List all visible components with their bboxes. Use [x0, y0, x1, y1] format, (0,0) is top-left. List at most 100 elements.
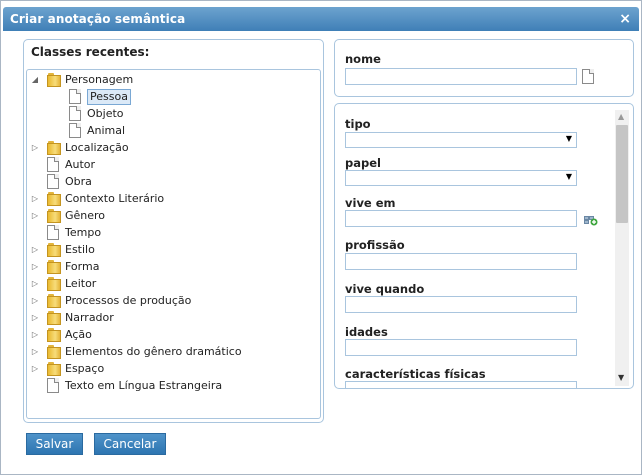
expand-arrow-icon[interactable]: ▷ [31, 344, 39, 360]
expand-arrow-icon[interactable]: ▷ [31, 259, 39, 275]
vertical-scrollbar[interactable]: ▲ ▼ [615, 110, 629, 386]
collapse-arrow-icon[interactable]: ◢ [31, 72, 39, 88]
document-icon [47, 157, 59, 171]
document-icon [69, 123, 81, 137]
folder-icon [47, 294, 61, 308]
folder-icon [47, 362, 61, 376]
papel-label: papel [345, 156, 381, 170]
folder-icon [47, 345, 61, 359]
nome-input[interactable] [345, 68, 577, 85]
document-icon [47, 174, 59, 188]
expand-arrow-icon[interactable]: ▷ [31, 310, 39, 326]
tree-item[interactable]: Pessoa [27, 89, 315, 105]
tree-item[interactable]: ▷ Espaço [27, 361, 315, 377]
tipo-label: tipo [345, 117, 371, 131]
tree-item-label: Animal [87, 124, 126, 137]
scrollbar-thumb[interactable] [616, 125, 628, 223]
tree-item[interactable]: ▷ Forma [27, 259, 315, 275]
tree-item-label: Localização [65, 141, 129, 154]
tree-item[interactable]: Animal [27, 123, 315, 139]
tree-item-label: Ação [65, 328, 92, 341]
document-icon [69, 106, 81, 120]
tree-item[interactable]: Tempo [27, 225, 315, 241]
tree-item[interactable]: ▷ Gênero [27, 208, 315, 224]
expand-arrow-icon[interactable]: ▷ [31, 140, 39, 156]
tree-item[interactable]: ▷ Narrador [27, 310, 315, 326]
tree-item[interactable]: Obra [27, 174, 315, 190]
tree-item[interactable]: ▷ Estilo [27, 242, 315, 258]
tree-item-label: Espaço [65, 362, 105, 375]
tree-item-label: Estilo [65, 243, 95, 256]
tree-item-label: Processos de produção [65, 294, 192, 307]
vive-em-label: vive em [345, 196, 396, 210]
expand-arrow-icon[interactable]: ▷ [31, 327, 39, 343]
tree-item-label: Texto em Língua Estrangeira [65, 379, 223, 392]
cancel-button[interactable]: Cancelar [94, 433, 166, 455]
expand-arrow-icon[interactable]: ▷ [31, 208, 39, 224]
chevron-down-icon: ▼ [565, 134, 572, 143]
tree-item-label: Leitor [65, 277, 97, 290]
papel-select[interactable]: ▼ [345, 170, 577, 186]
expand-arrow-icon[interactable]: ▷ [31, 276, 39, 292]
folder-icon [47, 328, 61, 342]
tree-item[interactable]: ◢ Personagem [27, 72, 315, 88]
folder-icon [47, 192, 61, 206]
class-tree: ◢ Personagem Pessoa Objeto Animal ▷ Localizaçã… [26, 69, 321, 419]
folder-icon [47, 277, 61, 291]
tree-item[interactable]: Autor [27, 157, 315, 173]
vive-em-input[interactable] [345, 210, 577, 227]
tree-item[interactable]: ▷ Contexto Literário [27, 191, 315, 207]
scroll-up-icon[interactable]: ▲ [618, 112, 624, 121]
tipo-select[interactable]: ▼ [345, 132, 577, 148]
caracteristicas-input[interactable] [345, 381, 577, 388]
close-icon[interactable]: × [619, 11, 631, 27]
idades-label: idades [345, 325, 388, 339]
tree-item[interactable]: ▷ Localização [27, 140, 315, 156]
tree-item-label: Obra [65, 175, 92, 188]
tree-item[interactable]: Objeto [27, 106, 315, 122]
properties-panel: tipo ▼ papel ▼ vive em profissão vive qu… [334, 103, 634, 389]
idades-input[interactable] [345, 339, 577, 356]
document-icon [47, 225, 59, 239]
expand-arrow-icon[interactable]: ▷ [31, 242, 39, 258]
tree-item-label: Personagem [65, 73, 134, 86]
chevron-down-icon: ▼ [565, 172, 572, 181]
folder-icon [47, 243, 61, 257]
tree-item[interactable]: ▷ Leitor [27, 276, 315, 292]
folder-icon [47, 73, 61, 87]
recent-classes-panel: Classes recentes: ◢ Personagem Pessoa Objet… [23, 39, 324, 423]
expand-arrow-icon[interactable]: ▷ [31, 293, 39, 309]
recent-classes-heading: Classes recentes: [31, 45, 150, 59]
name-panel: nome [334, 39, 634, 97]
tree-item-label: Objeto [87, 107, 124, 120]
tree-item-label: Elementos do gênero dramático [65, 345, 242, 358]
expand-arrow-icon[interactable]: ▷ [31, 191, 39, 207]
tree-item-label: Tempo [65, 226, 102, 239]
scroll-down-icon[interactable]: ▼ [618, 373, 624, 382]
caracteristicas-label: características físicas [345, 367, 486, 381]
expand-arrow-icon[interactable]: ▷ [31, 361, 39, 377]
semantic-annotation-dialog: Criar anotação semântica × Classes recen… [0, 0, 642, 475]
dialog-titlebar[interactable]: Criar anotação semântica × [3, 7, 639, 31]
save-button[interactable]: Salvar [26, 433, 83, 455]
profissao-label: profissão [345, 238, 405, 252]
vive-quando-label: vive quando [345, 282, 425, 296]
folder-icon [47, 141, 61, 155]
add-link-icon[interactable] [584, 214, 598, 226]
tree-item[interactable]: ▷ Ação [27, 327, 315, 343]
tree-item-label: Autor [65, 158, 96, 171]
tree-item-label: Narrador [65, 311, 114, 324]
tree-item-label: Contexto Literário [65, 192, 165, 205]
document-icon[interactable] [582, 69, 594, 83]
tree-item[interactable]: ▷ Elementos do gênero dramático [27, 344, 315, 360]
dialog-title: Criar anotação semântica [10, 12, 186, 26]
folder-icon [47, 311, 61, 325]
tree-item[interactable]: ▷ Processos de produção [27, 293, 315, 309]
tree-item-label: Forma [65, 260, 100, 273]
document-icon [69, 89, 81, 103]
nome-label: nome [345, 52, 381, 66]
tree-item[interactable]: Texto em Língua Estrangeira [27, 378, 315, 394]
profissao-input[interactable] [345, 253, 577, 270]
document-icon [47, 378, 59, 392]
vive-quando-input[interactable] [345, 296, 577, 313]
